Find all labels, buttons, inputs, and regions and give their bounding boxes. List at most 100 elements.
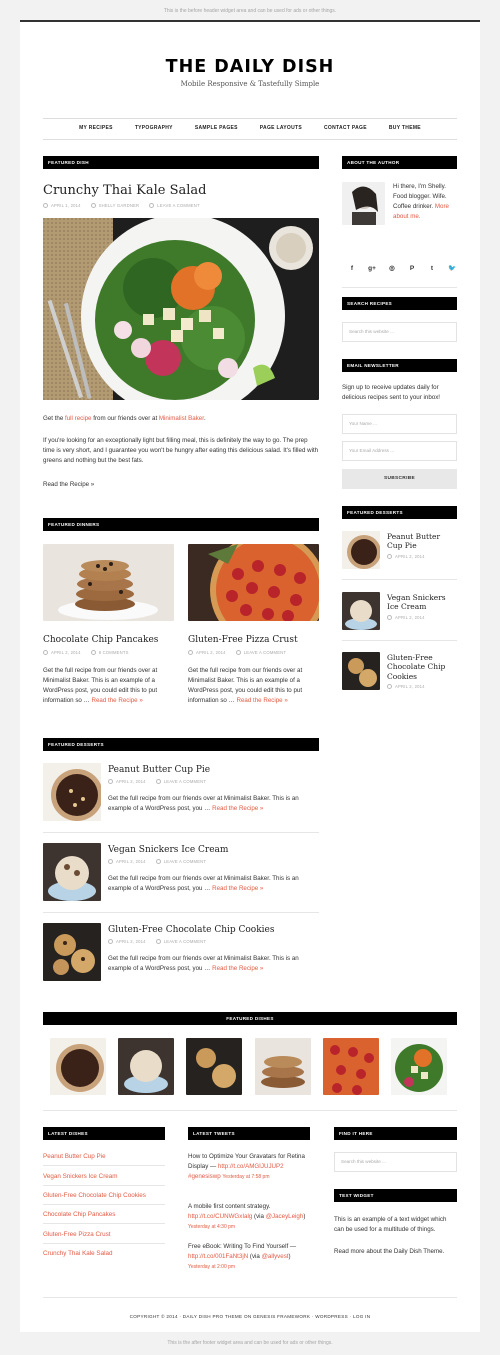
tweet-via-link[interactable]: @JaceyLeigh: [266, 1213, 304, 1220]
subscribe-button[interactable]: SUBSCRIBE: [342, 469, 457, 489]
dessert-title-pb-pie[interactable]: Peanut Butter Cup Pie: [108, 764, 210, 777]
read-more-link[interactable]: Read the Recipe »: [212, 885, 263, 892]
minimalist-baker-link[interactable]: Minimalist Baker: [159, 415, 204, 422]
site-title[interactable]: THE DAILY DISH: [20, 55, 480, 80]
sidebar-dessert-title-pb-pie[interactable]: Peanut Butter Cup Pie: [387, 532, 457, 551]
dish-thumb-pb-pie[interactable]: [50, 1038, 106, 1095]
tweet-time[interactable]: Yesterday at 4:30 pm: [188, 1224, 235, 1230]
after-footer-widget: This is the after footer widget area and…: [167, 1340, 333, 1346]
newsletter-name-input[interactable]: Your Name ...: [342, 414, 457, 434]
read-more-link[interactable]: Read the Recipe »: [237, 697, 288, 704]
divider: [342, 287, 457, 288]
pinterest-icon[interactable]: P: [402, 262, 422, 276]
post-comments[interactable]: LEAVE A COMMENT: [244, 650, 286, 655]
user-icon: [90, 203, 96, 209]
read-more-link[interactable]: Read the Recipe »: [212, 805, 263, 812]
tweet-time[interactable]: Yesterday at 2:00 pm: [188, 1264, 235, 1270]
post-date: APRIL 2, 2014: [51, 650, 81, 655]
dish-thumb-kale-salad[interactable]: [391, 1038, 447, 1095]
site-description: Mobile Responsive & Tastefully Simple: [180, 80, 320, 88]
text-widget-link[interactable]: Read more about the Daily Dish Theme.: [334, 1247, 457, 1257]
kale-salad-image[interactable]: [43, 218, 319, 400]
dish-thumb-pizza[interactable]: [323, 1038, 379, 1095]
dessert-title-cookies[interactable]: Gluten-Free Chocolate Chip Cookies: [108, 924, 275, 937]
cookies-image[interactable]: [43, 923, 101, 981]
sidebar-ice-cream-thumb[interactable]: [342, 592, 380, 630]
instagram-icon[interactable]: ◎: [382, 262, 402, 276]
tumblr-icon[interactable]: t: [422, 262, 442, 276]
nav-item-sample-pages[interactable]: SAMPLE PAGES: [184, 125, 249, 132]
newsletter-email-input[interactable]: Your Email Address ...: [342, 441, 457, 461]
post-date: APRIL 1, 2014: [51, 203, 81, 208]
latest-dish-link[interactable]: Chocolate Chip Pancakes: [43, 1210, 115, 1219]
latest-dish-link[interactable]: Vegan Snickers Ice Cream: [43, 1172, 118, 1181]
sidebar-dessert-title-ice-cream[interactable]: Vegan Snickers Ice Cream: [387, 593, 457, 612]
tweet-text: ): [303, 1213, 306, 1221]
footer-search-input[interactable]: Search this website ...: [334, 1152, 457, 1172]
post-comments[interactable]: LEAVE A COMMENT: [157, 203, 199, 208]
nav-item-buy-theme[interactable]: BUY THEME: [378, 125, 432, 132]
post-comments[interactable]: 8 COMMENTS: [99, 650, 129, 655]
post-date: APRIL 2, 2014: [395, 554, 425, 559]
calendar-icon: [387, 615, 392, 621]
excerpt-text: Get the full recipe from our friends ove…: [108, 875, 299, 893]
comment-icon: [155, 779, 161, 785]
post-comments[interactable]: LEAVE A COMMENT: [164, 859, 206, 864]
nav-item-page-layouts[interactable]: PAGE LAYOUTS: [249, 125, 313, 132]
facebook-icon[interactable]: f: [342, 262, 362, 276]
pancakes-image[interactable]: [43, 544, 174, 621]
divider: [43, 1165, 165, 1166]
read-more-link[interactable]: Read the Recipe »: [212, 965, 263, 972]
featured-dish-meta: APRIL 1, 2014 SHELLY GARDNER LEAVE A COM…: [43, 203, 200, 209]
full-recipe-link[interactable]: full recipe: [65, 415, 91, 422]
intro-text: from our friends over at: [91, 415, 159, 422]
ice-cream-image[interactable]: [43, 843, 101, 901]
sidebar-dessert-title-cookies[interactable]: Gluten-Free Chocolate Chip Cookies: [387, 653, 457, 681]
tweet-via-link[interactable]: @allyvest: [262, 1253, 289, 1260]
dessert-title-ice-cream[interactable]: Vegan Snickers Ice Cream: [108, 844, 228, 857]
latest-dish-link[interactable]: Gluten-Free Pizza Crust: [43, 1230, 111, 1239]
nav-item-my-recipes[interactable]: MY RECIPES: [68, 125, 124, 132]
dinner-title-pizza[interactable]: Gluten-Free Pizza Crust: [188, 634, 298, 647]
pb-pie-image[interactable]: [43, 763, 101, 821]
dinner-meta-pizza: APRIL 2, 2014 LEAVE A COMMENT: [188, 650, 286, 656]
sidebar-search-input[interactable]: Search this website ...: [342, 322, 457, 342]
copyright: COPYRIGHT © 2014 · DAILY DISH PRO THEME …: [129, 1314, 371, 1319]
divider: [43, 832, 319, 833]
latest-dish-link[interactable]: Crunchy Thai Kale Salad: [43, 1249, 113, 1258]
comment-icon: [155, 859, 161, 865]
calendar-icon: [108, 859, 113, 865]
calendar-icon: [43, 650, 48, 656]
nav-item-typography[interactable]: TYPOGRAPHY: [124, 125, 184, 132]
dish-thumb-pancakes[interactable]: [255, 1038, 311, 1095]
dish-thumb-cookies[interactable]: [186, 1038, 242, 1095]
latest-dish-link[interactable]: Gluten-Free Chocolate Chip Cookies: [43, 1191, 146, 1200]
tweet-link[interactable]: http://t.co/CUNWGxIalg: [188, 1213, 252, 1220]
post-comments[interactable]: LEAVE A COMMENT: [164, 779, 206, 784]
pizza-image[interactable]: [188, 544, 319, 621]
featured-dishes-heading: FEATURED DISHES: [43, 1012, 457, 1025]
intro-text: .: [203, 415, 206, 422]
calendar-icon: [387, 554, 392, 560]
dish-thumb-ice-cream[interactable]: [118, 1038, 174, 1095]
read-more-link[interactable]: Read the Recipe »: [92, 697, 143, 704]
comment-icon: [149, 203, 155, 209]
twitter-icon[interactable]: 🐦: [442, 262, 462, 276]
sidebar-cookies-thumb[interactable]: [342, 652, 380, 690]
featured-dish-read-more[interactable]: Read the Recipe »: [43, 480, 94, 490]
google-plus-icon[interactable]: g+: [362, 262, 382, 276]
post-comments[interactable]: LEAVE A COMMENT: [164, 939, 206, 944]
text-widget-heading: TEXT WIDGET: [334, 1189, 457, 1202]
dinner-title-pancakes[interactable]: Chocolate Chip Pancakes: [43, 634, 158, 647]
tweet-time[interactable]: Yesterday at 7:58 pm: [222, 1174, 269, 1180]
latest-dish-link[interactable]: Peanut Butter Cup Pie: [43, 1152, 106, 1161]
featured-dish-body: If you're looking for an exceptionally l…: [43, 437, 319, 465]
featured-dish-title[interactable]: Crunchy Thai Kale Salad: [43, 182, 206, 201]
sidebar-pb-pie-thumb[interactable]: [342, 531, 380, 569]
nav-item-contact-page[interactable]: CONTACT PAGE: [313, 125, 378, 132]
tweet-link[interactable]: http://t.co/001FaNt3jN: [188, 1253, 248, 1260]
post-author[interactable]: SHELLY GARDNER: [99, 203, 140, 208]
dinner-meta-pancakes: APRIL 2, 2014 8 COMMENTS: [43, 650, 129, 656]
divider: [43, 1185, 165, 1186]
author-avatar: [342, 182, 385, 225]
